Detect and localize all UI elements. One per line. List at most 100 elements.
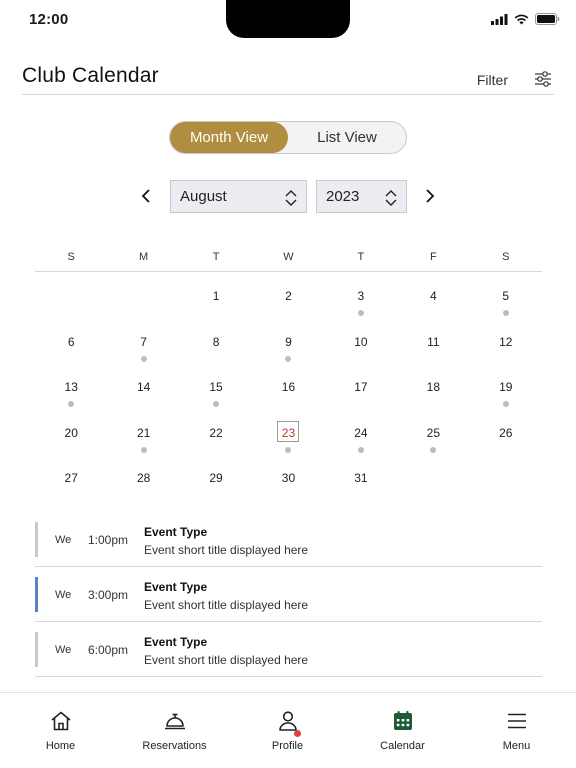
calendar-day[interactable]: 18 bbox=[397, 363, 469, 409]
calendar-week-row: 27 28 29 30 31 bbox=[35, 454, 542, 500]
calendar-day[interactable]: 27 bbox=[35, 454, 107, 500]
day-number: 16 bbox=[281, 380, 296, 395]
calendar-day[interactable]: 8 bbox=[180, 318, 252, 364]
calendar-day[interactable]: 6 bbox=[35, 318, 107, 364]
event-type: Event Type bbox=[144, 525, 208, 539]
tab-calendar[interactable]: Calendar bbox=[345, 693, 460, 768]
weekday-header-row: S M T W T F S bbox=[35, 246, 542, 272]
calendar-day[interactable]: 15 bbox=[180, 363, 252, 409]
calendar-day[interactable]: 25 bbox=[397, 409, 469, 455]
month-select-value: August bbox=[180, 188, 227, 205]
day-number: 15 bbox=[209, 380, 223, 395]
event-time: 3:00pm bbox=[88, 588, 129, 602]
empty-day-cell bbox=[397, 454, 469, 500]
calendar-day[interactable]: 26 bbox=[470, 409, 542, 455]
status-icons bbox=[491, 13, 560, 25]
sliders-icon[interactable] bbox=[534, 70, 552, 88]
tab-label: Home bbox=[45, 740, 76, 752]
day-number: 6 bbox=[67, 334, 75, 349]
calendar-day[interactable]: 4 bbox=[397, 272, 469, 318]
event-indicator-dot bbox=[502, 401, 509, 408]
day-number: 12 bbox=[499, 334, 513, 349]
chevron-left-icon[interactable] bbox=[138, 187, 156, 205]
calendar-day[interactable]: 14 bbox=[107, 363, 179, 409]
list-view-toggle[interactable]: List View bbox=[288, 122, 406, 153]
hamburger-menu-icon bbox=[507, 713, 526, 729]
tab-reservations[interactable]: Reservations bbox=[117, 693, 232, 768]
day-number: 18 bbox=[426, 380, 440, 395]
calendar-day[interactable]: 1 bbox=[180, 272, 252, 318]
weekday-label: M bbox=[139, 251, 149, 263]
event-list: We 1:00pm Event Type Event short title d… bbox=[35, 512, 542, 677]
day-number: 19 bbox=[499, 380, 513, 395]
bottom-tab-bar: Home Reservations Profile Calendar Menu bbox=[0, 692, 576, 768]
event-indicator-dot bbox=[285, 355, 292, 362]
event-indicator-dot bbox=[430, 446, 437, 453]
event-indicator-dot bbox=[140, 355, 147, 362]
event-indicator-dot bbox=[140, 446, 147, 453]
calendar-day[interactable]: 29 bbox=[180, 454, 252, 500]
event-day: We bbox=[55, 589, 72, 601]
calendar-week-row: 20 21 22 23 24 25 26 bbox=[35, 409, 542, 455]
event-list-item[interactable]: We 1:00pm Event Type Event short title d… bbox=[35, 512, 542, 567]
status-time: 12:00 bbox=[29, 11, 69, 28]
chevron-right-icon[interactable] bbox=[420, 187, 438, 205]
calendar-weeks: 1 2 3 4 5 6 7 8 9 10 11 12 13 14 15 16 17 18 19 20 21 22 23 24 2… bbox=[35, 272, 542, 500]
event-list-item[interactable]: We 6:00pm Event Type Event short title d… bbox=[35, 622, 542, 677]
calendar-day[interactable]: 2 bbox=[252, 272, 324, 318]
calendar-day[interactable]: 24 bbox=[325, 409, 397, 455]
tab-label: Reservations bbox=[142, 740, 207, 752]
month-select[interactable]: August bbox=[170, 180, 307, 213]
status-bar: 12:00 bbox=[0, 0, 576, 40]
calendar-day[interactable]: 31 bbox=[325, 454, 397, 500]
day-number: 20 bbox=[64, 425, 78, 440]
month-view-toggle[interactable]: Month View bbox=[170, 122, 288, 153]
calendar-day[interactable]: 10 bbox=[325, 318, 397, 364]
select-arrows-icon bbox=[285, 190, 297, 206]
day-number: 5 bbox=[502, 289, 510, 303]
day-number: 13 bbox=[64, 380, 78, 395]
calendar-day[interactable]: 3 bbox=[325, 272, 397, 318]
service-bell-icon bbox=[164, 713, 185, 730]
calendar-day-today[interactable]: 23 bbox=[252, 409, 324, 455]
weekday-label: W bbox=[283, 251, 294, 263]
day-number: 7 bbox=[140, 334, 147, 349]
year-select[interactable]: 2023 bbox=[316, 180, 407, 213]
day-number: 25 bbox=[426, 425, 440, 440]
event-indicator-dot bbox=[357, 310, 364, 316]
event-color-bar bbox=[35, 577, 38, 612]
day-number: 30 bbox=[281, 471, 296, 486]
day-number: 27 bbox=[64, 471, 78, 486]
calendar-day[interactable]: 20 bbox=[35, 409, 107, 455]
calendar-day[interactable]: 21 bbox=[107, 409, 179, 455]
tab-label: Profile bbox=[271, 740, 304, 752]
home-icon bbox=[50, 711, 71, 731]
calendar-day[interactable]: 16 bbox=[252, 363, 324, 409]
page-header: Club Calendar Filter bbox=[22, 58, 554, 95]
calendar-day[interactable]: 17 bbox=[325, 363, 397, 409]
event-time: 6:00pm bbox=[88, 643, 129, 657]
day-number: 26 bbox=[499, 425, 513, 440]
filter-button[interactable]: Filter bbox=[477, 72, 508, 88]
tab-profile[interactable]: Profile bbox=[230, 693, 345, 768]
calendar-day[interactable]: 30 bbox=[252, 454, 324, 500]
calendar-day[interactable]: 7 bbox=[107, 318, 179, 364]
event-indicator-dot bbox=[357, 446, 364, 453]
calendar-day[interactable]: 22 bbox=[180, 409, 252, 455]
calendar-day[interactable]: 13 bbox=[35, 363, 107, 409]
tab-home[interactable]: Home bbox=[3, 693, 118, 768]
calendar-day[interactable]: 19 bbox=[470, 363, 542, 409]
calendar-day[interactable]: 28 bbox=[107, 454, 179, 500]
weekday-label: S bbox=[67, 251, 75, 263]
calendar-day[interactable]: 9 bbox=[252, 318, 324, 364]
year-select-value: 2023 bbox=[326, 188, 360, 205]
event-list-item[interactable]: We 3:00pm Event Type Event short title d… bbox=[35, 567, 542, 622]
calendar-day[interactable]: 12 bbox=[470, 318, 542, 364]
calendar-day[interactable]: 5 bbox=[470, 272, 542, 318]
calendar-day[interactable]: 11 bbox=[397, 318, 469, 364]
day-number: 22 bbox=[209, 425, 223, 440]
tab-menu[interactable]: Menu bbox=[459, 693, 574, 768]
event-color-bar bbox=[35, 522, 38, 557]
weekday-label: S bbox=[502, 251, 510, 263]
day-number: 28 bbox=[136, 471, 151, 486]
